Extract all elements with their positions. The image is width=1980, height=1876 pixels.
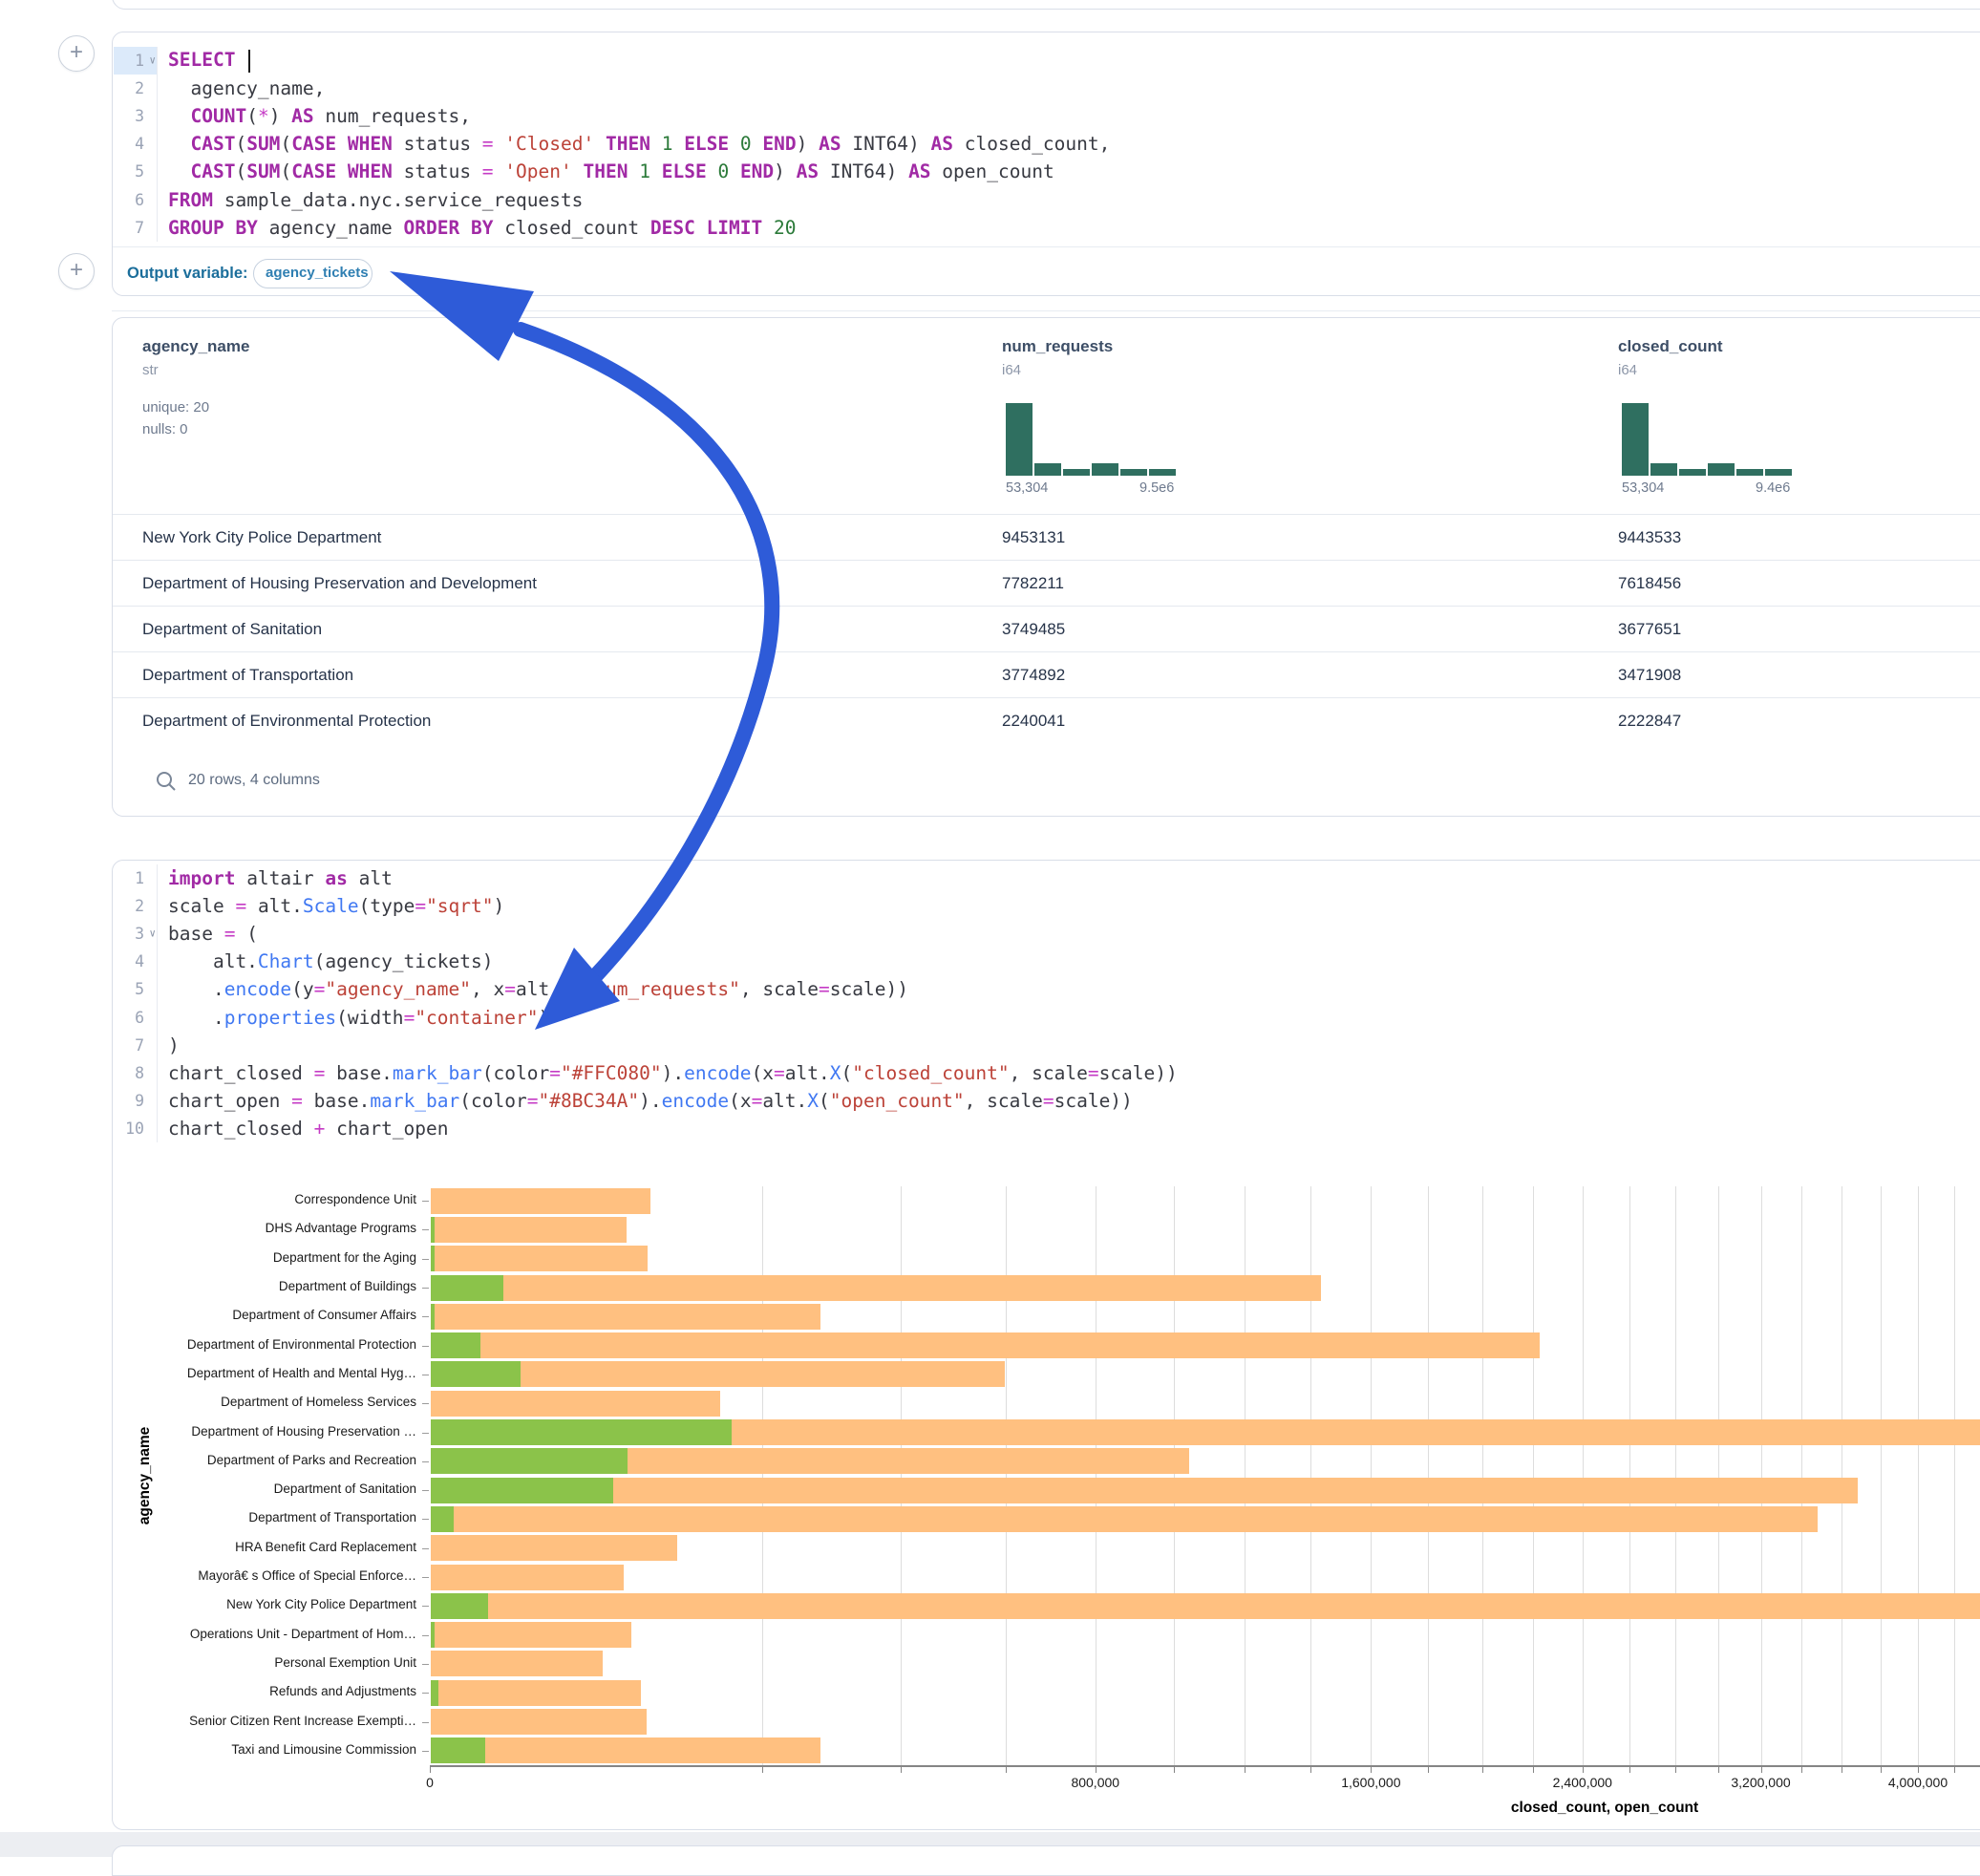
table-row[interactable]: Department of Environmental Protection 22… [113, 697, 1980, 744]
closed-count-cell: 9443533 [1618, 528, 1681, 547]
add-cell-button-middle[interactable]: + [58, 253, 95, 289]
code-line: 3 COUNT(*) AS num_requests, [114, 102, 1980, 130]
histogram-max-label: 9.5e6 [1139, 480, 1174, 496]
row-count-label: 20 rows, 4 columns [188, 772, 320, 789]
line-number: 3 [114, 102, 158, 130]
code-line: 6 .properties(width="container") [114, 1003, 1980, 1031]
sql-code-editor[interactable]: 1∨SELECT 2 agency_name,3 COUNT(*) AS num… [114, 47, 1980, 242]
histogram-bar [1650, 463, 1677, 476]
notebook-page: { "colors": { "closed_bar": "#FFC080", "… [0, 0, 1980, 1857]
agency-name-cell: Department of Housing Preservation and D… [142, 574, 537, 593]
line-number: 6 [114, 185, 158, 213]
code-line: 7GROUP BY agency_name ORDER BY closed_co… [114, 214, 1980, 242]
agency-name-cell: Department of Transportation [142, 666, 353, 685]
column-header-num-requests[interactable]: num_requests i64 [1002, 337, 1113, 378]
table-row[interactable]: New York City Police Department 9453131 94… [113, 514, 1980, 561]
histogram-bar [1092, 463, 1118, 476]
table-footer: 20 rows, 4 columns [113, 743, 1980, 816]
section-divider [112, 310, 1980, 311]
code-line: 3∨base = ( [114, 920, 1980, 948]
code-line: 4 alt.Chart(agency_tickets) [114, 948, 1980, 975]
code-line: 1import altair as alt [114, 864, 1980, 892]
line-number: 5 [114, 158, 158, 185]
code-line: 5 .encode(y="agency_name", x=alt.X("num_… [114, 975, 1980, 1003]
histogram-bar [1063, 469, 1090, 476]
table-row[interactable]: Department of Transportation 3774892 34719… [113, 651, 1980, 698]
code-line: 6FROM sample_data.nyc.service_requests [114, 185, 1980, 213]
next-cell-top [112, 1845, 1980, 1876]
histogram-bar [1736, 469, 1763, 476]
num-requests-cell: 7782211 [1002, 574, 1064, 593]
code-line: 1∨SELECT [114, 47, 1980, 75]
table-row[interactable]: Department of Sanitation 3749485 3677651 [113, 606, 1980, 652]
column-stat-unique: unique: 20 [142, 399, 209, 416]
histogram-bar [1708, 463, 1735, 476]
output-variable-input[interactable]: agency_tickets [253, 259, 373, 288]
output-variable-label: Output variable: [127, 265, 248, 283]
histogram-bar [1149, 469, 1176, 476]
code-line: 2 agency_name, [114, 75, 1980, 102]
search-icon[interactable] [155, 770, 178, 793]
histogram-bar [1622, 403, 1649, 476]
num-requests-cell: 3749485 [1002, 620, 1065, 639]
histogram-bar [1034, 463, 1061, 476]
column-header-closed-count[interactable]: closed_count i64 [1618, 337, 1723, 378]
agency-name-cell: Department of Environmental Protection [142, 712, 431, 731]
line-number: 2 [114, 75, 158, 102]
line-number: 3∨ [114, 920, 158, 948]
line-number: 7 [114, 214, 158, 242]
num-requests-histogram [1006, 403, 1176, 476]
line-number: 7 [114, 1032, 158, 1059]
result-table-card: agency_name str unique: 20 nulls: 0 num_… [112, 317, 1980, 817]
histogram-bar [1679, 469, 1706, 476]
closed-count-cell: 2222847 [1618, 712, 1681, 731]
line-number: 1∨ [114, 47, 158, 75]
python-code-editor[interactable]: 1import altair as alt2scale = alt.Scale(… [114, 864, 1980, 1142]
closed-count-cell: 3471908 [1618, 666, 1681, 685]
code-line: 5 CAST(SUM(CASE WHEN status = 'Open' THE… [114, 158, 1980, 185]
code-line: 9chart_open = base.mark_bar(color="#8BC3… [114, 1087, 1980, 1115]
closed-count-cell: 3677651 [1618, 620, 1681, 639]
agency-name-cell: New York City Police Department [142, 528, 381, 547]
code-line: 10chart_closed + chart_open [114, 1115, 1980, 1142]
line-number: 8 [114, 1059, 158, 1087]
text-cursor [248, 50, 250, 73]
line-number: 2 [114, 892, 158, 920]
histogram-max-label: 9.4e6 [1756, 480, 1790, 496]
histogram-min-label: 53,304 [1006, 480, 1048, 496]
line-number: 6 [114, 1003, 158, 1031]
sql-cell-divider [113, 246, 1980, 247]
num-requests-cell: 9453131 [1002, 528, 1065, 547]
sql-cell: 1∨SELECT 2 agency_name,3 COUNT(*) AS num… [112, 32, 1980, 296]
add-cell-button-top[interactable]: + [58, 35, 95, 72]
closed-count-histogram [1622, 403, 1792, 476]
line-number: 10 [114, 1115, 158, 1142]
code-line: 2scale = alt.Scale(type="sqrt") [114, 892, 1980, 920]
num-requests-cell: 3774892 [1002, 666, 1065, 685]
collapse-chevron-icon[interactable]: ∨ [149, 53, 156, 66]
agency-name-cell: Department of Sanitation [142, 620, 322, 639]
line-number: 1 [114, 864, 158, 892]
histogram-bar [1006, 403, 1033, 476]
code-line: 4 CAST(SUM(CASE WHEN status = 'Closed' T… [114, 130, 1980, 158]
histogram-min-label: 53,304 [1622, 480, 1664, 496]
collapse-chevron-icon[interactable]: ∨ [149, 927, 156, 939]
previous-cell-bottom [112, 0, 1980, 10]
histogram-bar [1120, 469, 1147, 476]
code-line: 8chart_closed = base.mark_bar(color="#FF… [114, 1059, 1980, 1087]
line-number: 5 [114, 975, 158, 1003]
line-number: 4 [114, 130, 158, 158]
line-number: 4 [114, 948, 158, 975]
num-requests-cell: 2240041 [1002, 712, 1065, 731]
closed-count-cell: 7618456 [1618, 574, 1681, 593]
column-header-agency-name[interactable]: agency_name str [142, 337, 249, 378]
code-line: 7) [114, 1032, 1980, 1059]
line-number: 9 [114, 1087, 158, 1115]
histogram-bar [1765, 469, 1792, 476]
python-cell: 1import altair as alt2scale = alt.Scale(… [112, 860, 1980, 1830]
column-stat-nulls: nulls: 0 [142, 421, 188, 437]
table-row[interactable]: Department of Housing Preservation and D… [113, 560, 1980, 607]
